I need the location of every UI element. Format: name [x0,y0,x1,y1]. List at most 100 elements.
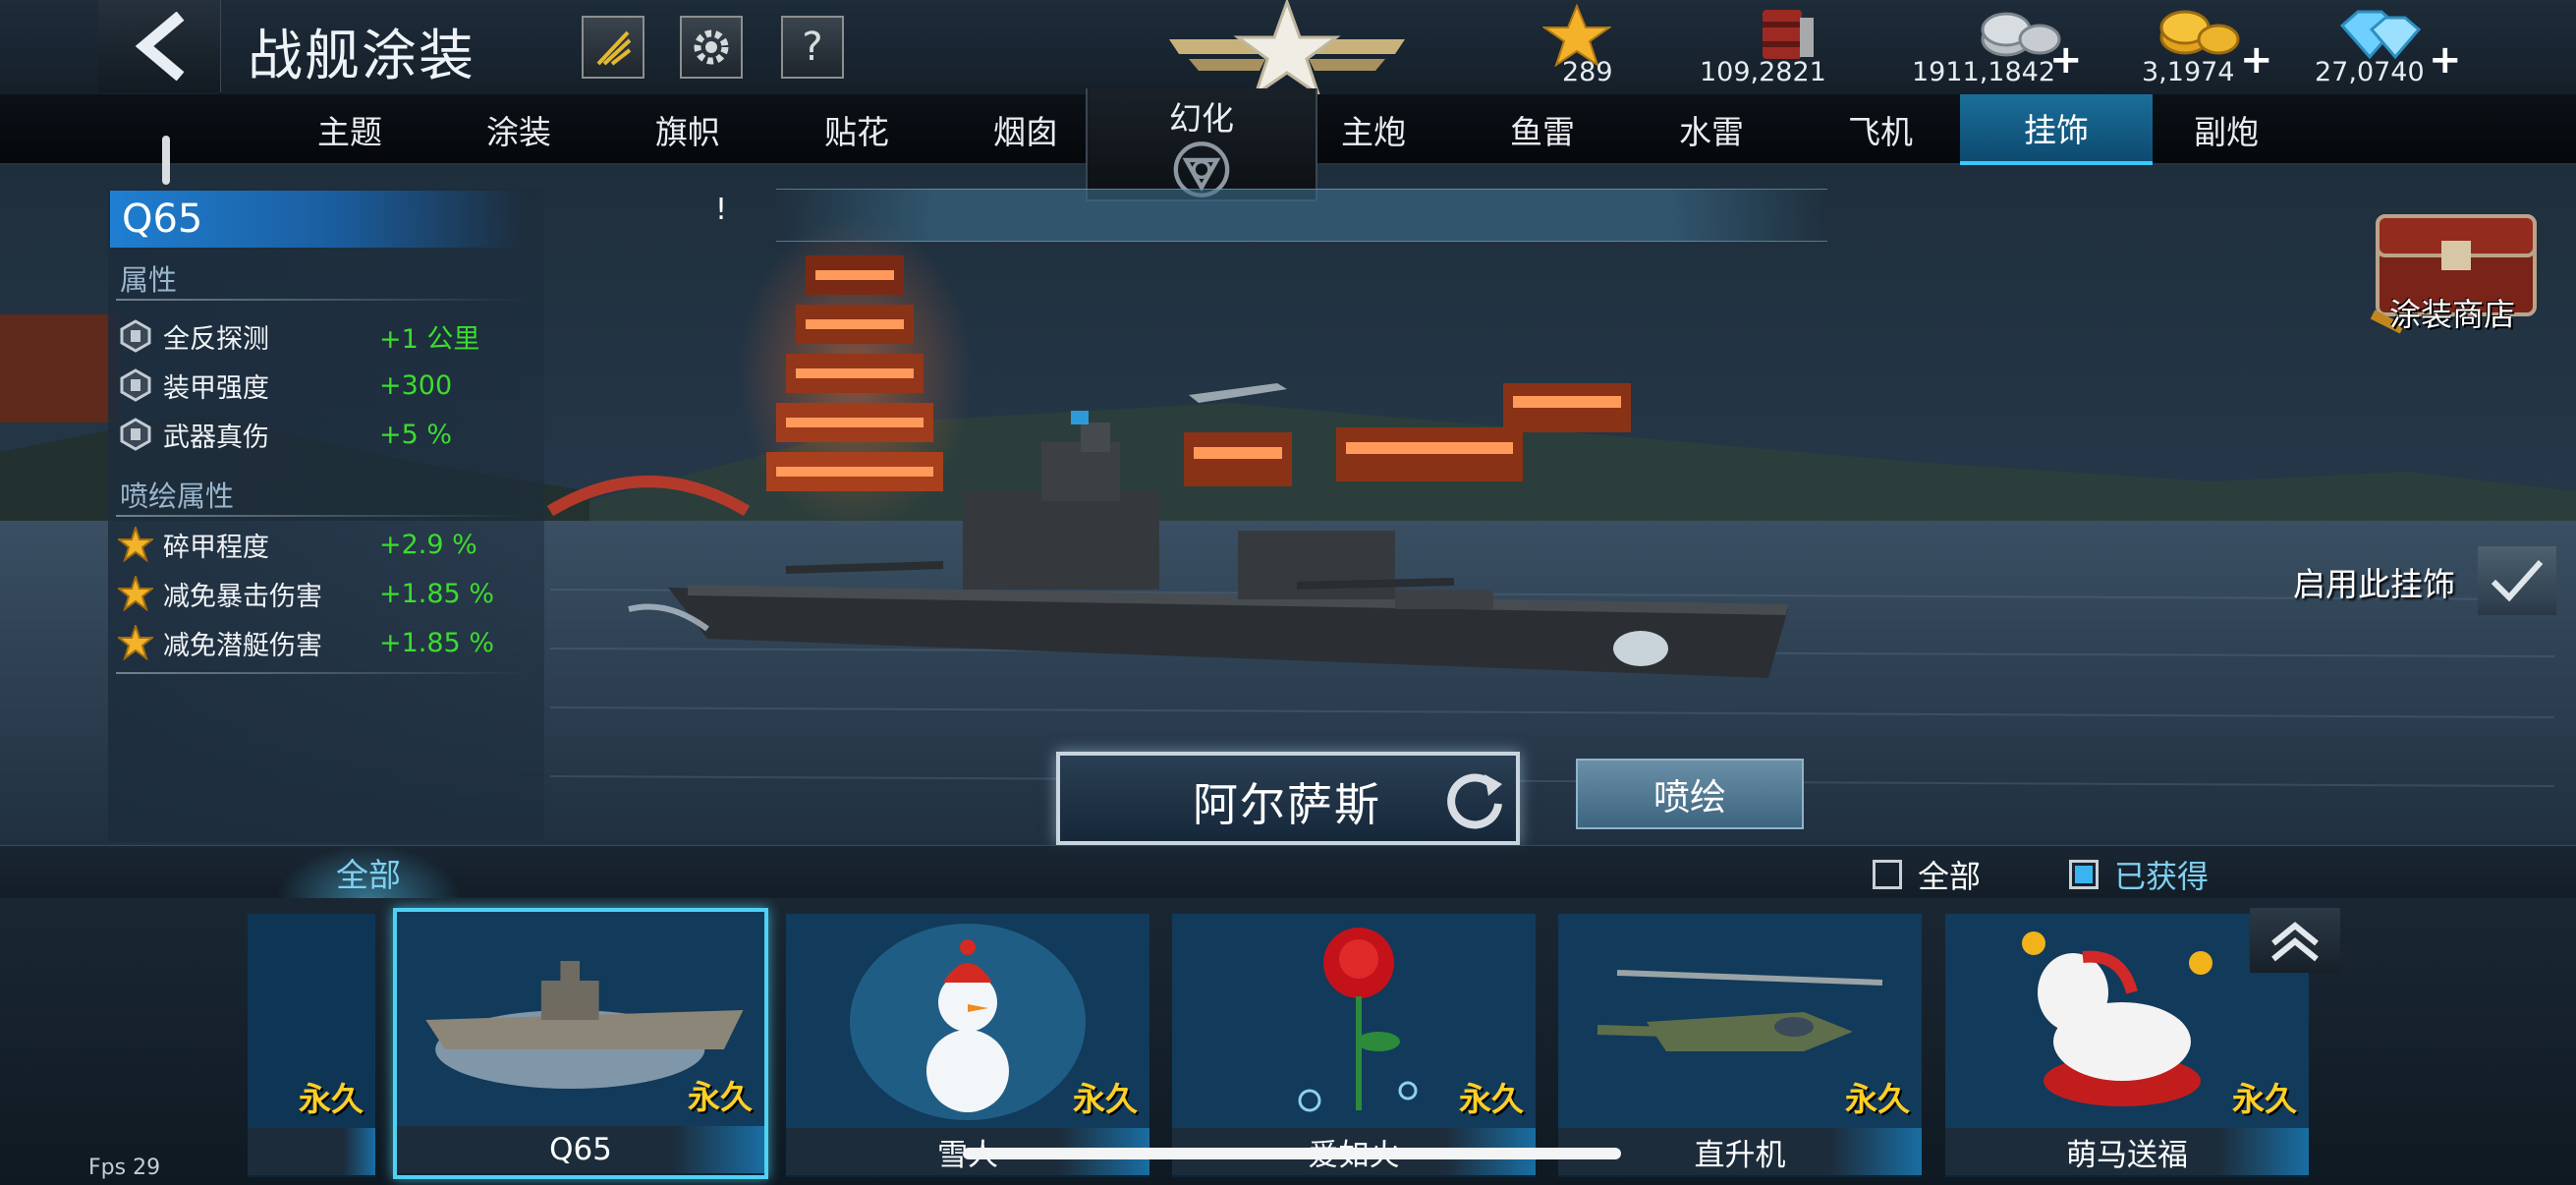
ornament-card[interactable]: 永久 雪人 [786,914,1149,1177]
fireworks-button[interactable] [582,16,644,79]
question-mark-icon: ? [802,25,823,70]
attribute-row: 武器真伤 +5 % [118,413,540,456]
attribute-value: +2.9 % [379,529,477,560]
currency-star: 289 [1542,0,1651,92]
silver-count: 1911,1842 [1912,57,2056,87]
attribute-panel: Q65 属性 全反探测 +1 公里 装甲强度 +300 武器真伤 +5 % 喷绘… [108,189,544,842]
checkbox-fill [2075,866,2093,883]
notice-banner [776,189,1827,242]
attribute-name: 全反探测 [163,323,269,355]
ship-name: 阿尔萨斯 [1193,778,1381,831]
notice-text: ! [715,193,728,227]
gold-star-icon [118,527,153,562]
tab-secondary-gun[interactable]: 副炮 [2142,94,2311,165]
ornament-card-selected[interactable]: 永久 Q65 [393,908,768,1179]
filter-option-all-label: 全部 [1918,858,1982,895]
currency-oil: 109,2821 [1700,0,1896,92]
divider [116,672,529,674]
filter-tab-all[interactable]: 全部 [275,845,462,900]
spray-attributes-heading: 喷绘属性 [120,480,235,513]
ornament-card[interactable]: 永久 [248,914,375,1177]
gold-count: 3,1974 [2142,57,2235,87]
fps-counter: Fps 29 [88,1156,161,1180]
ornament-name [248,1128,375,1175]
permanent-tag: 永久 [1459,1080,1524,1118]
permanent-tag: 永久 [1073,1080,1138,1118]
permanent-tag: 永久 [1845,1080,1910,1118]
tab-aircraft[interactable]: 飞机 [1796,94,1965,165]
collapse-list-button[interactable] [2250,908,2340,973]
gold-coins-icon [2159,10,2240,55]
attribute-name: 装甲强度 [163,372,269,404]
oil-barrel-icon [1763,10,1814,59]
spray-attribute-row: 碎甲程度 +2.9 % [118,523,540,566]
back-arrow-icon [135,12,185,81]
spray-attribute-row: 减免潜艇伤害 +1.85 % [118,621,540,664]
page-title: 战舰涂装 [248,25,476,88]
chevron-up-double-icon [2271,922,2319,962]
home-indicator[interactable] [963,1148,1621,1159]
paint-shop-label[interactable]: 涂装商店 [2389,290,2515,335]
filter-option-owned[interactable]: 已获得 [2069,857,2209,895]
back-button[interactable] [98,0,221,92]
ornament-name: 萌马送福 [1945,1128,2309,1175]
ornament-card[interactable]: 永久 直升机 [1558,914,1922,1177]
attribute-value: +1.85 % [379,627,494,658]
tab-decal[interactable]: 贴花 [772,94,941,165]
attribute-name: 减免暴击伤害 [163,581,322,612]
tab-paint[interactable]: 涂装 [434,94,603,165]
spray-paint-button[interactable]: 喷绘 [1576,759,1804,829]
currency-silver[interactable]: 1911,1842 + [1912,0,2089,92]
divider [116,515,529,517]
permanent-tag: 永久 [688,1078,753,1116]
add-silver-button[interactable]: + [2049,37,2083,83]
attributes-heading: 属性 [120,263,178,297]
scroll-indicator [162,136,170,185]
checkbox-all[interactable] [1873,860,1902,889]
filter-option-owned-label: 已获得 [2114,858,2210,895]
filter-option-all[interactable]: 全部 [1873,857,1981,895]
attribute-name: 武器真伤 [163,422,269,453]
settings-button[interactable] [680,16,743,79]
add-diamond-button[interactable]: + [2429,37,2462,83]
attribute-row: 全反探测 +1 公里 [118,314,540,358]
ship-name-plate[interactable]: 阿尔萨斯 [1056,752,1520,845]
checkbox-owned[interactable] [2069,860,2099,889]
refresh-icon[interactable] [1445,770,1506,831]
tab-transform[interactable]: 幻化 [1086,88,1317,201]
enable-ornament-label: 启用此挂饰 [2293,565,2455,603]
tab-flag[interactable]: 旗帜 [603,94,772,165]
tab-torpedo[interactable]: 鱼雷 [1458,94,1627,165]
star-count: 289 [1562,57,1613,87]
gold-star-icon [118,576,153,611]
gold-star-icon [118,625,153,660]
fireworks-icon [596,30,632,66]
tab-transform-label: 幻化 [1169,99,1234,138]
attribute-value: +1 公里 [379,323,480,355]
attribute-value: +1.85 % [379,578,494,609]
oil-count: 109,2821 [1700,57,1826,87]
add-gold-button[interactable]: + [2240,37,2273,83]
tab-mine[interactable]: 水雷 [1627,94,1796,165]
currency-gold[interactable]: 3,1974 + [2142,0,2273,92]
spray-attribute-row: 减免暴击伤害 +1.85 % [118,572,540,615]
ornament-card[interactable]: 永久 爱如火 [1172,914,1536,1177]
tab-theme[interactable]: 主题 [265,94,434,165]
tab-ornament[interactable]: 挂饰 [1960,94,2153,165]
top-bar: 战舰涂装 ? 289 109,2821 1911,1842 + 3,1974 +… [0,0,2576,98]
ornament-name: Q65 [397,1126,764,1173]
diamond-icon [2339,10,2422,60]
enable-ornament-checkbox[interactable] [2478,546,2556,615]
currency-diamond[interactable]: 27,0740 + [2315,0,2462,92]
skin-name: Q65 [110,191,523,248]
diamond-count: 27,0740 [2315,57,2425,87]
help-button[interactable]: ? [781,16,844,79]
attribute-value: +5 % [379,419,453,450]
attribute-value: +300 [379,369,453,401]
permanent-tag: 永久 [2232,1080,2297,1118]
permanent-tag: 永久 [299,1080,364,1118]
attribute-name: 碎甲程度 [163,532,269,563]
hexagon-icon [118,417,153,452]
divider [116,299,529,301]
attribute-row: 装甲强度 +300 [118,364,540,407]
